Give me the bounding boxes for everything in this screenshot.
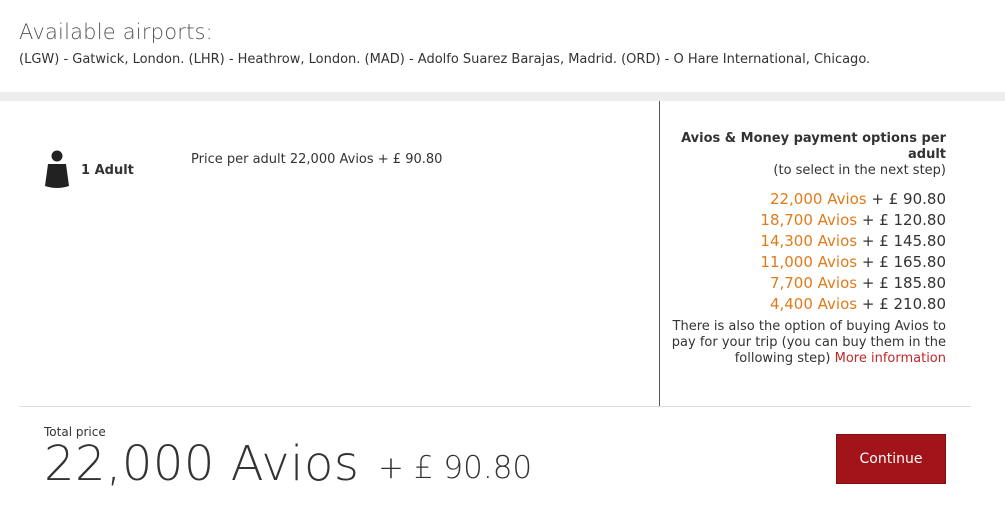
buy-avios-note: There is also the option of buying Avios…	[665, 319, 946, 367]
airports-list: (LGW) - Gatwick, London. (LHR) - Heathro…	[19, 52, 871, 67]
passenger-count: 1 Adult	[81, 163, 134, 178]
person-icon	[45, 150, 69, 188]
section-separator	[0, 92, 1005, 101]
airports-title: Available airports:	[19, 20, 213, 44]
available-airports-section: Available airports: (LGW) - Gatwick, Lon…	[0, 0, 1005, 92]
more-information-link[interactable]: More information	[835, 351, 946, 366]
option-money: + £ 145.80	[857, 232, 946, 250]
payment-option: 11,000 Avios + £ 165.80	[665, 252, 946, 273]
payment-options-panel: Avios & Money payment options per adult …	[665, 131, 946, 367]
payment-option: 14,300 Avios + £ 145.80	[665, 231, 946, 252]
option-avios: 4,400 Avios	[769, 295, 858, 313]
option-money: + £ 120.80	[857, 211, 946, 229]
payment-options-title: Avios & Money payment options per adult	[681, 131, 946, 162]
payment-options-list: 22,000 Avios + £ 90.80 18,700 Avios + £ …	[665, 189, 946, 315]
price-per-adult: Price per adult 22,000 Avios + £ 90.80	[191, 152, 443, 167]
option-money: + £ 185.80	[857, 274, 946, 292]
total-avios: 22,000 Avios	[44, 436, 360, 492]
vertical-divider	[659, 101, 660, 406]
option-avios: 14,300 Avios	[760, 232, 858, 250]
option-money: + £ 210.80	[857, 295, 946, 313]
payment-option: 4,400 Avios + £ 210.80	[665, 294, 946, 315]
payment-option: 22,000 Avios + £ 90.80	[665, 189, 946, 210]
option-avios: 11,000 Avios	[760, 253, 858, 271]
option-avios: 7,700 Avios	[769, 274, 858, 292]
payment-option: 18,700 Avios + £ 120.80	[665, 210, 946, 231]
option-money: + £ 90.80	[866, 190, 946, 208]
payment-option: 7,700 Avios + £ 185.80	[665, 273, 946, 294]
option-money: + £ 165.80	[857, 253, 946, 271]
payment-options-subtitle: (to select in the next step)	[773, 163, 946, 178]
option-avios: 22,000 Avios	[769, 190, 867, 208]
option-avios: 18,700 Avios	[760, 211, 858, 229]
total-money: + £ 90.80	[378, 450, 533, 486]
continue-button[interactable]: Continue	[836, 434, 946, 484]
horizontal-divider	[19, 406, 971, 407]
